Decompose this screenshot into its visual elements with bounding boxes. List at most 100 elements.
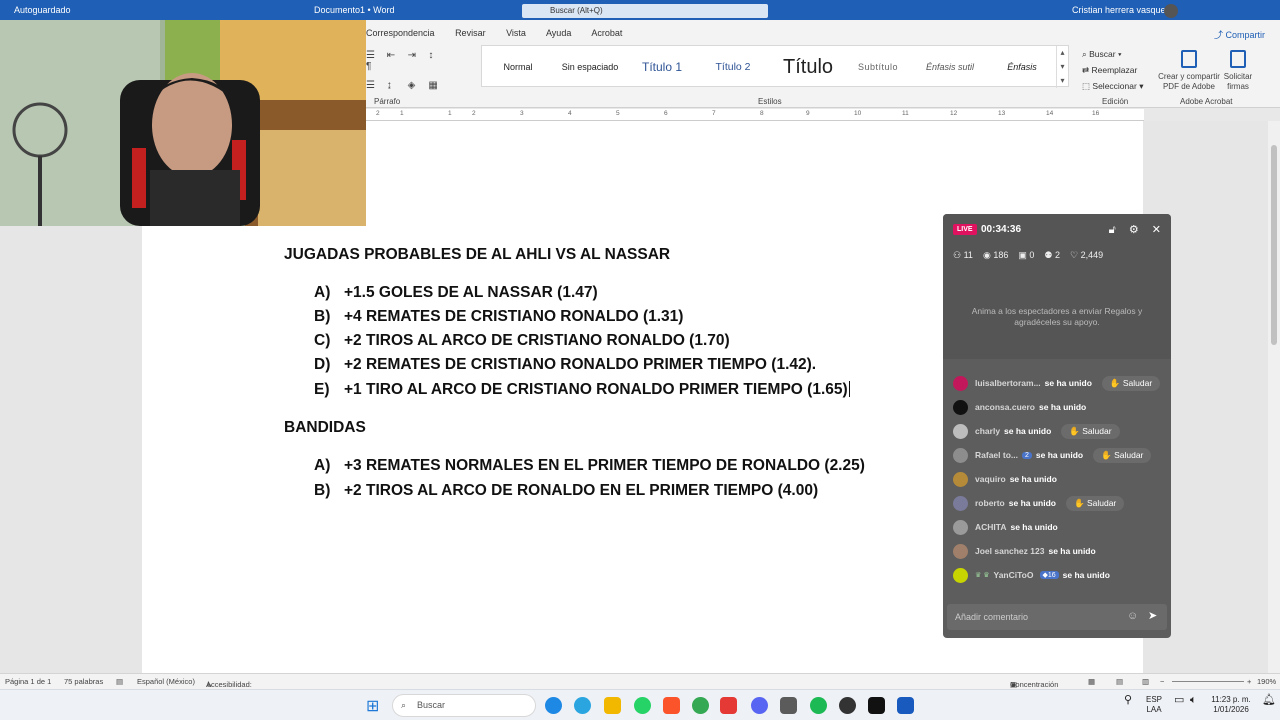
- style-sin-espaciado[interactable]: Sin espaciado: [554, 46, 626, 88]
- avatar[interactable]: [953, 423, 968, 439]
- send-icon[interactable]: ➤: [1148, 609, 1157, 622]
- avatar[interactable]: [953, 375, 968, 391]
- zoom-slider[interactable]: [1172, 681, 1244, 682]
- list-item[interactable]: A) +3 REMATES NORMALES EN EL PRIMER TIEMP…: [314, 457, 865, 475]
- feed-username[interactable]: charly: [975, 426, 1000, 436]
- greet-button[interactable]: ✋ Saludar: [1065, 495, 1125, 511]
- align-icon[interactable]: ☰: [366, 80, 384, 91]
- replace-button[interactable]: ⇄ Reemplazar: [1082, 62, 1143, 78]
- horizontal-ruler[interactable]: 2 1 1 2 3 4 5 6 7 8 9 10 11 12 13 14 16: [366, 109, 1144, 121]
- greet-button[interactable]: ✋ Saludar: [1101, 375, 1161, 391]
- user-name[interactable]: Cristian herrera vasquez: [1072, 5, 1170, 15]
- clock[interactable]: 11:23 p. m. 1/01/2026: [1206, 695, 1256, 715]
- calculator-icon[interactable]: [780, 697, 797, 714]
- zoom-in-icon[interactable]: +: [1247, 677, 1251, 686]
- windows-start-icon[interactable]: ⊞: [366, 696, 379, 716]
- feed-username[interactable]: Joel sanchez 123: [975, 546, 1044, 556]
- settings-icon[interactable]: ⚙: [1129, 224, 1139, 236]
- zoom-level[interactable]: 190%: [1257, 677, 1276, 686]
- file-explorer-icon[interactable]: [604, 697, 621, 714]
- web-layout-icon[interactable]: ▥: [1142, 677, 1149, 686]
- list-item[interactable]: B) +4 REMATES DE CRISTIANO RONALDO (1.31): [314, 308, 683, 326]
- feed-username[interactable]: anconsa.cuero: [975, 402, 1035, 412]
- styles-more-icon[interactable]: ▴ ▾ ▾: [1056, 46, 1068, 88]
- avatar[interactable]: [953, 519, 968, 535]
- tab-revisar[interactable]: Revisar: [455, 28, 486, 38]
- notifications-icon[interactable]: 🔔︎: [1262, 695, 1276, 706]
- emoji-icon[interactable]: ☺: [1127, 610, 1138, 622]
- language-indicator[interactable]: ESP LAA: [1140, 695, 1168, 715]
- chrome-icon[interactable]: [692, 697, 709, 714]
- avatar[interactable]: [953, 495, 968, 511]
- network-icon[interactable]: ▭: [1174, 695, 1184, 706]
- scrollbar-thumb[interactable]: [1271, 145, 1277, 345]
- zoom-out-icon[interactable]: −: [1160, 677, 1164, 686]
- line-spacing-icon[interactable]: ↨: [387, 80, 405, 91]
- style-titulo-2[interactable]: Título 2: [702, 46, 764, 88]
- style-normal[interactable]: Normal: [488, 46, 548, 88]
- lock-icon[interactable]: 🔓︎: [1109, 224, 1116, 236]
- request-signatures-button[interactable]: Solicitar firmas: [1222, 50, 1254, 92]
- select-button[interactable]: ⬚ Seleccionar ▾: [1082, 78, 1143, 94]
- multilevel-list-icon[interactable]: ☰: [366, 50, 384, 61]
- edge-icon[interactable]: [545, 697, 562, 714]
- greet-button[interactable]: ✋ Saludar: [1093, 447, 1152, 463]
- print-layout-icon[interactable]: ▤: [1116, 677, 1123, 686]
- feed-username[interactable]: Rafael to...: [975, 450, 1018, 460]
- taskbar-search[interactable]: ⌕ Buscar: [392, 694, 536, 717]
- tab-correspondencia[interactable]: Correspondencia: [366, 28, 435, 38]
- feed-username[interactable]: vaquiro: [975, 474, 1006, 484]
- avatar[interactable]: [953, 471, 968, 487]
- style-titulo-1[interactable]: Título 1: [632, 46, 692, 88]
- find-button[interactable]: ⌕ Buscar ▾: [1082, 46, 1143, 62]
- list-item[interactable]: A) +1.5 GOLES DE AL NASSAR (1.47): [314, 284, 598, 302]
- list-item[interactable]: B) +2 TIROS AL ARCO DE RONALDO EN EL PRIM…: [314, 482, 818, 500]
- feed-username[interactable]: luisalbertoram...: [975, 378, 1041, 388]
- spotify-icon[interactable]: [810, 697, 827, 714]
- telegram-icon[interactable]: [574, 697, 591, 714]
- avatar[interactable]: [953, 567, 968, 583]
- style-enfasis-sutil[interactable]: Énfasis sutil: [918, 46, 982, 88]
- decrease-indent-icon[interactable]: ⇤: [387, 50, 405, 61]
- discord-icon[interactable]: [751, 697, 768, 714]
- brave-icon[interactable]: [663, 697, 680, 714]
- document-heading-2[interactable]: BANDIDAS: [284, 419, 366, 437]
- list-item[interactable]: D) +2 REMATES DE CRISTIANO RONALDO PRIMER…: [314, 356, 816, 374]
- document-heading-1[interactable]: JUGADAS PROBABLES DE AL AHLI VS AL NASSA…: [284, 246, 670, 264]
- volume-icon[interactable]: 🔈︎: [1190, 695, 1197, 706]
- title-search-input[interactable]: Buscar (Alt+Q): [522, 4, 768, 18]
- style-subtitulo[interactable]: Subtítulo: [848, 46, 908, 88]
- vertical-scrollbar[interactable]: [1268, 121, 1280, 673]
- shading-icon[interactable]: ◈: [408, 80, 426, 91]
- feed-username[interactable]: ACHITA: [975, 522, 1006, 532]
- sort-icon[interactable]: ↕: [428, 50, 446, 61]
- pilcrow-icon[interactable]: ¶: [366, 61, 384, 72]
- increase-indent-icon[interactable]: ⇥: [408, 50, 426, 61]
- language-status[interactable]: Español (México): [137, 677, 195, 686]
- tab-acrobat[interactable]: Acrobat: [591, 28, 622, 38]
- obs-icon[interactable]: [839, 697, 856, 714]
- borders-icon[interactable]: ▦: [428, 80, 446, 91]
- feed-username[interactable]: roberto: [975, 498, 1005, 508]
- tab-vista[interactable]: Vista: [506, 28, 526, 38]
- style-enfasis[interactable]: Énfasis: [992, 46, 1052, 88]
- read-mode-icon[interactable]: ▦: [1088, 677, 1095, 686]
- microphone-icon[interactable]: ⚲: [1124, 695, 1132, 706]
- word-icon[interactable]: [897, 697, 914, 714]
- tiktok-icon[interactable]: [868, 697, 885, 714]
- avatar[interactable]: [953, 399, 968, 415]
- avatar[interactable]: [953, 447, 968, 463]
- typora-icon[interactable]: [720, 697, 737, 714]
- word-count[interactable]: 75 palabras: [64, 677, 103, 686]
- proofing-icon[interactable]: ▤: [116, 677, 123, 686]
- tab-ayuda[interactable]: Ayuda: [546, 28, 571, 38]
- avatar[interactable]: [953, 543, 968, 559]
- avatar[interactable]: [1164, 4, 1178, 18]
- create-pdf-button[interactable]: Crear y compartir PDF de Adobe: [1156, 50, 1222, 92]
- style-titulo[interactable]: Título: [772, 46, 844, 88]
- page-count[interactable]: Página 1 de 1: [5, 677, 51, 686]
- autosave-label[interactable]: Autoguardado: [14, 5, 71, 15]
- greet-button[interactable]: ✋ Saludar: [1061, 423, 1120, 439]
- list-item[interactable]: C) +2 TIROS AL ARCO DE CRISTIANO RONALDO …: [314, 332, 730, 350]
- close-icon[interactable]: ✕: [1152, 224, 1161, 236]
